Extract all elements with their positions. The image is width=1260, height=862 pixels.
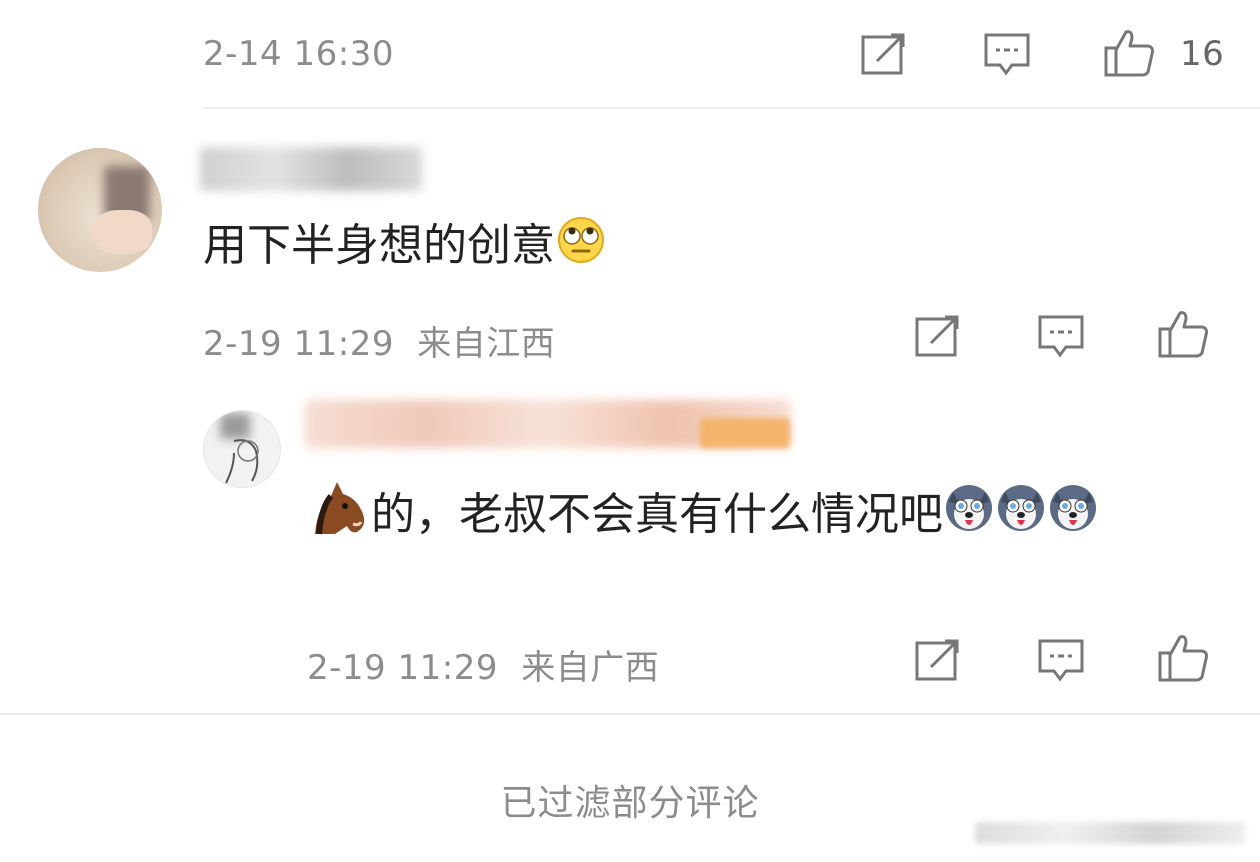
share-icon[interactable]	[915, 639, 961, 681]
like-icon[interactable]	[1104, 28, 1156, 78]
comment-timestamp: 2-19 11:29	[203, 324, 394, 364]
comment-text: 用下半身想的创意	[203, 214, 607, 274]
user-badge	[700, 418, 790, 448]
like-count: 16	[1180, 34, 1225, 74]
husky-emoji	[1047, 482, 1099, 552]
comment-body: 用下半身想的创意	[203, 220, 555, 271]
comment-divider	[203, 107, 1260, 109]
watermark	[975, 822, 1245, 844]
username-redacted[interactable]	[200, 147, 422, 191]
like-icon[interactable]	[1158, 309, 1210, 359]
rolling-eyes-emoji	[555, 214, 607, 282]
reply-body: 的，老叔不会真有什么情况吧	[371, 489, 943, 540]
avatar[interactable]	[38, 148, 162, 272]
section-divider	[0, 713, 1260, 715]
horse-emoji	[307, 478, 371, 556]
reply-timestamp: 2-19 11:29	[307, 648, 498, 688]
top-timestamp: 2-14 16:30	[203, 34, 394, 74]
comment-location: 来自江西	[417, 324, 556, 364]
comment-icon[interactable]	[1038, 639, 1084, 683]
comment-icon[interactable]	[1038, 315, 1084, 359]
share-icon[interactable]	[915, 315, 961, 357]
reply-avatar[interactable]	[203, 410, 281, 488]
reply-location: 来自广西	[521, 648, 660, 688]
filtered-comments-notice: 已过滤部分评论	[500, 783, 760, 824]
share-icon[interactable]	[861, 33, 907, 75]
comment-meta: 2-19 11:29 来自江西	[203, 316, 555, 365]
husky-emoji	[995, 482, 1047, 552]
husky-emoji	[943, 482, 995, 552]
like-icon[interactable]	[1158, 633, 1210, 683]
reply-text: 的，老叔不会真有什么情况吧	[307, 478, 1207, 556]
comment-icon[interactable]	[984, 33, 1030, 77]
reply-meta: 2-19 11:29 来自广西	[307, 640, 659, 689]
